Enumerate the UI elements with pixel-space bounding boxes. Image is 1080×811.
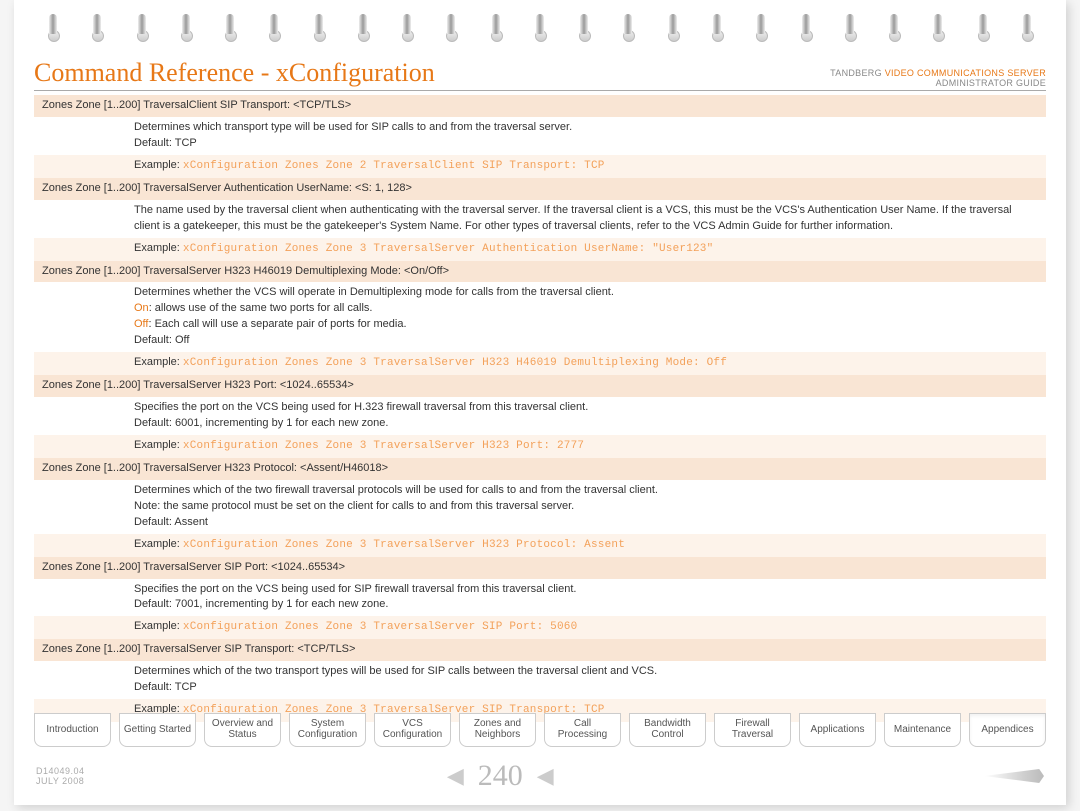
command-description: The name used by the traversal client wh… <box>34 200 1046 238</box>
header-branding: TANDBERG VIDEO COMMUNICATIONS SERVER ADM… <box>830 68 1046 88</box>
command-example: Example: xConfiguration Zones Zone 2 Tra… <box>34 155 1046 178</box>
command-header: Zones Zone [1..200] TraversalClient SIP … <box>34 95 1046 117</box>
tab-appendices[interactable]: Appendices <box>969 713 1046 747</box>
command-example: Example: xConfiguration Zones Zone 3 Tra… <box>34 534 1046 557</box>
tab-maintenance[interactable]: Maintenance <box>884 713 961 747</box>
tab-overview-and-status[interactable]: Overview andStatus <box>204 713 281 747</box>
command-description: Specifies the port on the VCS being used… <box>34 579 1046 617</box>
command-description: Specifies the port on the VCS being used… <box>34 397 1046 435</box>
next-page-icon-small[interactable]: ◀ <box>537 763 554 789</box>
command-header: Zones Zone [1..200] TraversalServer Auth… <box>34 178 1046 200</box>
command-header: Zones Zone [1..200] TraversalServer H323… <box>34 261 1046 283</box>
command-example: Example: xConfiguration Zones Zone 3 Tra… <box>34 238 1046 261</box>
header-row: Command Reference - xConfiguration TANDB… <box>34 58 1046 91</box>
tab-firewall-traversal[interactable]: FirewallTraversal <box>714 713 791 747</box>
command-header: Zones Zone [1..200] TraversalServer H323… <box>34 458 1046 480</box>
tab-call-processing[interactable]: CallProcessing <box>544 713 621 747</box>
prev-page-icon[interactable]: ◀ <box>447 763 464 789</box>
tab-bar: IntroductionGetting StartedOverview andS… <box>30 713 1050 755</box>
command-description: Determines which of the two transport ty… <box>34 661 1046 699</box>
doc-id: D14049.04 JULY 2008 <box>36 766 85 786</box>
page: Command Reference - xConfiguration TANDB… <box>14 0 1066 805</box>
tab-getting-started[interactable]: Getting Started <box>119 713 196 747</box>
tab-bandwidth-control[interactable]: BandwidthControl <box>629 713 706 747</box>
tab-applications[interactable]: Applications <box>799 713 876 747</box>
tab-introduction[interactable]: Introduction <box>34 713 111 747</box>
tab-vcs-configuration[interactable]: VCSConfiguration <box>374 713 451 747</box>
brand-text: TANDBERG <box>830 68 882 78</box>
product-text: VIDEO COMMUNICATIONS SERVER <box>885 68 1046 78</box>
content-area: Command Reference - xConfiguration TANDB… <box>30 58 1050 710</box>
command-header: Zones Zone [1..200] TraversalServer H323… <box>34 375 1046 397</box>
command-description: Determines which of the two firewall tra… <box>34 480 1046 534</box>
page-number: 240 <box>478 759 523 793</box>
guide-text: ADMINISTRATOR GUIDE <box>936 78 1046 88</box>
command-example: Example: xConfiguration Zones Zone 3 Tra… <box>34 352 1046 375</box>
tab-system-configuration[interactable]: SystemConfiguration <box>289 713 366 747</box>
command-description: Determines whether the VCS will operate … <box>34 282 1046 352</box>
command-example: Example: xConfiguration Zones Zone 3 Tra… <box>34 616 1046 639</box>
command-description: Determines which transport type will be … <box>34 117 1046 155</box>
command-header: Zones Zone [1..200] TraversalServer SIP … <box>34 639 1046 661</box>
command-header: Zones Zone [1..200] TraversalServer SIP … <box>34 557 1046 579</box>
tab-zones-and-neighbors[interactable]: Zones andNeighbors <box>459 713 536 747</box>
command-example: Example: xConfiguration Zones Zone 3 Tra… <box>34 435 1046 458</box>
commands-table: Zones Zone [1..200] TraversalClient SIP … <box>34 95 1046 722</box>
page-title: Command Reference - xConfiguration <box>34 58 435 88</box>
binder-rings <box>44 16 1036 46</box>
footer-bottom: D14049.04 JULY 2008 ◀ 240 ◀ <box>30 755 1050 793</box>
footer: IntroductionGetting StartedOverview andS… <box>30 713 1050 793</box>
next-arrow-icon[interactable] <box>984 769 1044 783</box>
pager: ◀ 240 ◀ <box>447 759 554 793</box>
